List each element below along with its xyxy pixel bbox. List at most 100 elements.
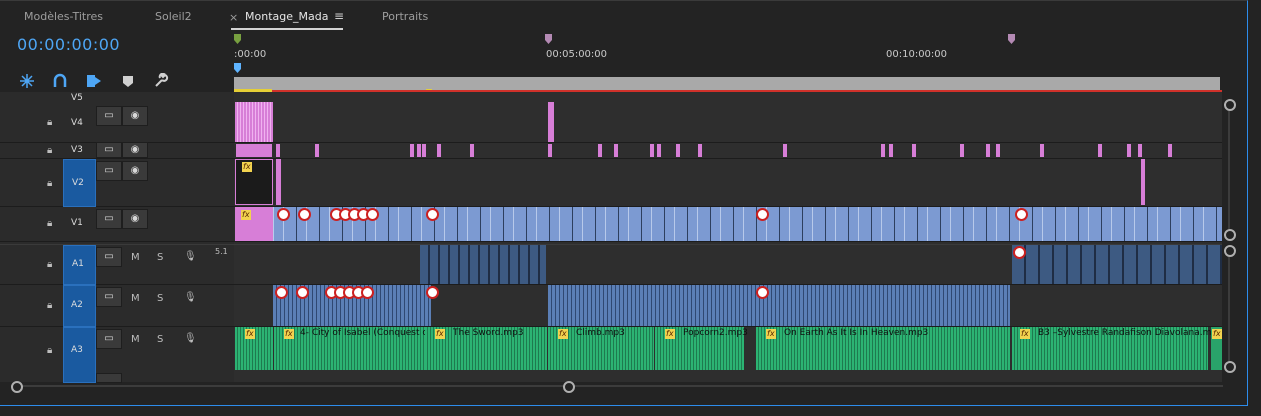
v3-clip[interactable] xyxy=(598,144,602,157)
tab-modeles-titres[interactable]: Modèles-Titres xyxy=(24,10,103,23)
v4-clip[interactable] xyxy=(548,102,554,142)
v3-clip[interactable] xyxy=(437,144,441,157)
eye-icon[interactable]: ◉ xyxy=(122,209,148,229)
v1-pink-clip[interactable]: fx xyxy=(235,207,273,241)
lock-icon[interactable]: 🔒︎ xyxy=(47,178,52,189)
tab-montage-mada[interactable]: Montage_Mada xyxy=(245,10,328,23)
wrench-icon[interactable] xyxy=(153,73,169,89)
v4-clip-stack[interactable] xyxy=(235,102,273,142)
v3-clip[interactable] xyxy=(1168,144,1172,157)
linked-selection-icon[interactable] xyxy=(52,73,68,89)
v2-title-clip[interactable]: fx xyxy=(235,159,273,205)
eye-icon[interactable]: ◉ xyxy=(122,106,148,126)
v3-clip[interactable] xyxy=(881,144,885,157)
v3-clip[interactable] xyxy=(960,144,964,157)
tab-soleil2[interactable]: Soleil2 xyxy=(155,10,192,23)
voiceover-mic-icon[interactable]: 🎙︎ xyxy=(184,292,197,303)
toggle-sync-icon[interactable]: ▭ xyxy=(96,329,122,349)
mute-button[interactable]: M xyxy=(131,252,140,263)
a3-audio-clip[interactable]: fx B3 –Sylvestre Randafison Diavolana.mp… xyxy=(1012,327,1223,370)
a3-audio-clip[interactable]: fx xyxy=(1211,327,1222,370)
v1-video-clips[interactable] xyxy=(273,207,1222,241)
tab-portraits[interactable]: Portraits xyxy=(382,10,428,23)
zoom-right-handle[interactable] xyxy=(563,381,575,393)
v3-clip[interactable] xyxy=(1040,144,1044,157)
solo-button[interactable]: S xyxy=(157,334,163,345)
v3-clip[interactable] xyxy=(422,144,426,157)
eye-icon[interactable]: ◉ xyxy=(122,161,148,181)
close-tab-icon[interactable]: × xyxy=(229,11,238,24)
v3-clip[interactable] xyxy=(889,144,893,157)
insert-icon[interactable] xyxy=(86,73,102,89)
lock-icon[interactable]: 🔒︎ xyxy=(47,117,52,128)
audio-scroll-top-handle[interactable] xyxy=(1224,245,1236,257)
audio-scrollbar[interactable] xyxy=(1228,257,1230,361)
v3-clip[interactable] xyxy=(410,144,414,157)
toggle-sync-icon[interactable]: ▭ xyxy=(96,161,122,181)
video-scrollbar[interactable] xyxy=(1228,111,1230,229)
work-area-bar[interactable] xyxy=(234,77,1220,90)
marker-icon[interactable] xyxy=(122,75,134,88)
toggle-sync-icon[interactable]: ▭ xyxy=(96,209,122,229)
toggle-sync-icon[interactable]: ▭ xyxy=(96,142,122,158)
solo-button[interactable]: S xyxy=(157,252,163,263)
v3-clip[interactable] xyxy=(315,144,319,157)
playhead-timecode[interactable]: 00:00:00:00 xyxy=(17,35,120,54)
a3-audio-clip[interactable]: fx The Sword.mp3 xyxy=(425,327,547,370)
v3-clip[interactable] xyxy=(1138,144,1142,157)
v3-clip[interactable] xyxy=(783,144,787,157)
v3-clip[interactable] xyxy=(548,144,552,157)
a3-audio-clip[interactable]: fx 4- City of Isabel (Conquest of P xyxy=(274,327,439,370)
a1-audio-clip[interactable] xyxy=(1012,245,1222,284)
tab-menu-icon[interactable]: ≡ xyxy=(334,9,344,23)
a1-audio-clip[interactable] xyxy=(420,245,546,284)
source-patch-a3[interactable] xyxy=(63,327,96,383)
a2-audio-clip[interactable] xyxy=(548,285,1010,326)
v3-clip[interactable] xyxy=(268,144,272,157)
v3-clip[interactable] xyxy=(614,144,618,157)
toggle-sync-icon[interactable]: ▭ xyxy=(96,247,122,267)
toggle-sync-icon[interactable]: ▭ xyxy=(96,106,122,126)
v3-clip[interactable] xyxy=(1127,144,1131,157)
in-marker[interactable] xyxy=(234,34,241,44)
solo-button[interactable]: S xyxy=(157,293,163,304)
v3-clip[interactable] xyxy=(417,144,421,157)
v3-clip[interactable] xyxy=(676,144,680,157)
a3-audio-clip[interactable]: fx xyxy=(235,327,273,370)
sequence-marker[interactable] xyxy=(1008,34,1015,44)
v3-clip[interactable] xyxy=(1098,144,1102,157)
a3-audio-clip[interactable]: fx Popcorn2.mp3 xyxy=(655,327,748,370)
v2-clip[interactable] xyxy=(276,159,281,205)
zoom-scrollbar[interactable] xyxy=(11,381,1223,393)
lock-icon[interactable]: 🔒︎ xyxy=(47,218,52,229)
a3-audio-clip[interactable]: fx On Earth As It Is In Heaven.mp3 xyxy=(756,327,1010,370)
v3-clip[interactable] xyxy=(912,144,916,157)
snap-icon[interactable] xyxy=(19,73,35,89)
toggle-sync-icon[interactable]: ▭ xyxy=(96,287,122,307)
lock-icon[interactable]: 🔒︎ xyxy=(47,259,52,270)
transition-badge-icon xyxy=(756,286,769,299)
video-scroll-bottom-handle[interactable] xyxy=(1224,229,1236,241)
zoom-left-handle[interactable] xyxy=(11,381,23,393)
v3-clip[interactable] xyxy=(276,144,280,157)
eye-icon[interactable]: ◉ xyxy=(122,142,148,158)
sequence-marker[interactable] xyxy=(545,34,552,44)
lock-icon[interactable]: 🔒︎ xyxy=(47,345,52,356)
v3-clip[interactable] xyxy=(470,144,474,157)
voiceover-mic-icon[interactable]: 🎙︎ xyxy=(184,333,197,344)
v3-clip[interactable] xyxy=(986,144,990,157)
mute-button[interactable]: M xyxy=(131,293,140,304)
v3-clip[interactable] xyxy=(996,144,1000,157)
voiceover-mic-icon[interactable]: 🎙︎ xyxy=(184,251,197,262)
mute-button[interactable]: M xyxy=(131,334,140,345)
transition-badge-icon xyxy=(1013,246,1026,259)
lock-icon[interactable]: 🔒︎ xyxy=(47,145,52,156)
v3-clip[interactable] xyxy=(650,144,654,157)
v2-clip[interactable] xyxy=(1141,159,1145,205)
v3-clip[interactable] xyxy=(698,144,702,157)
audio-scroll-bottom-handle[interactable] xyxy=(1224,361,1236,373)
a3-audio-clip[interactable]: fx Climb.mp3 xyxy=(548,327,654,370)
lock-icon[interactable]: 🔒︎ xyxy=(47,300,52,311)
v3-clip[interactable] xyxy=(657,144,661,157)
video-scroll-top-handle[interactable] xyxy=(1224,99,1236,111)
